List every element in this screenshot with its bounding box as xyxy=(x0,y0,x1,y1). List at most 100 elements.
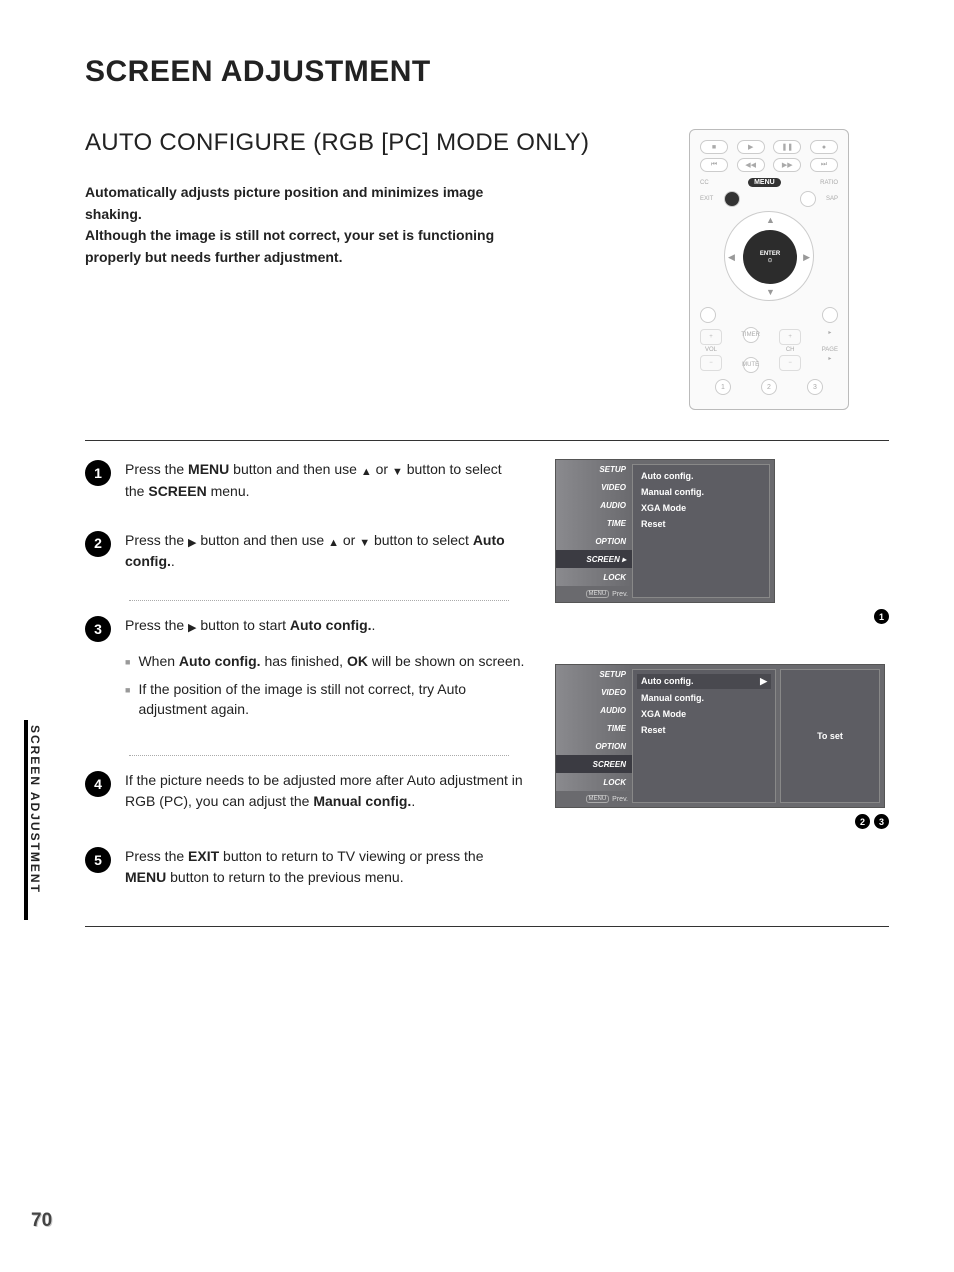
auto-config-bold: Auto config. xyxy=(290,617,372,633)
divider-bottom xyxy=(85,926,889,927)
t: has finished, xyxy=(261,653,347,669)
intro-text: Automatically adjusts picture position a… xyxy=(85,182,515,269)
osd-menu-video: VIDEO xyxy=(556,683,632,701)
step-1: 1 Press the MENU button and then use ▲ o… xyxy=(85,459,525,502)
step-number-4: 4 xyxy=(85,771,111,797)
remote-label-menu: MENU xyxy=(748,178,781,187)
auto-config-bold: Auto config. xyxy=(179,653,261,669)
t: Press the xyxy=(125,617,188,633)
down-triangle-icon: ▼ xyxy=(359,535,370,552)
dpad-right-icon: ▶ xyxy=(803,252,810,263)
up-triangle-icon: ▲ xyxy=(328,535,339,552)
ch-up-icon: + xyxy=(779,329,801,345)
osd-menu-screen: SCREEN ▸ xyxy=(556,550,632,568)
t: . xyxy=(411,793,415,809)
osd-item-reset: Reset xyxy=(641,725,767,735)
section-title: AUTO CONFIGURE (RGB [PC] MODE ONLY) xyxy=(85,129,654,157)
manual-config-bold: Manual config. xyxy=(313,793,411,809)
exit-bold: EXIT xyxy=(188,848,219,864)
ok-bold: OK xyxy=(347,653,368,669)
bullet-2: If the position of the image is still no… xyxy=(125,679,525,720)
dpad-left-icon: ◀ xyxy=(728,252,735,263)
right-triangle-icon: ▶ xyxy=(188,620,196,637)
steps-column: 1 Press the MENU button and then use ▲ o… xyxy=(85,459,525,916)
step-number-1: 1 xyxy=(85,460,111,486)
osd-menu-audio: AUDIO xyxy=(556,496,632,514)
down-triangle-icon: ▼ xyxy=(392,464,403,481)
t: button and then use xyxy=(197,532,329,548)
divider xyxy=(85,440,889,441)
osd-item-reset: Reset xyxy=(641,519,761,529)
t: Auto config. xyxy=(641,676,694,687)
t: button to return to TV viewing or press … xyxy=(219,848,483,864)
osd-prev-label: MENUPrev. xyxy=(582,586,633,602)
osd-item-xga: XGA Mode xyxy=(641,709,767,719)
t: Press the xyxy=(125,848,188,864)
shot-mark-2: 2 xyxy=(855,814,870,829)
remote-btn-1: 1 xyxy=(715,379,731,395)
remote-btn-stop-icon: ■ xyxy=(700,140,728,154)
osd-item-xga: XGA Mode xyxy=(641,503,761,513)
remote-btn-rew-icon: ◀◀ xyxy=(737,158,765,172)
step-3: 3 Press the ▶ button to start Auto confi… xyxy=(85,615,525,727)
remote-label-cc: CC xyxy=(700,180,709,186)
vol-down-icon: − xyxy=(700,355,722,371)
t: will be shown on screen. xyxy=(368,653,524,669)
t: button and then use xyxy=(229,461,361,477)
osd-item-manual: Manual config. xyxy=(641,693,767,703)
t: When xyxy=(138,653,178,669)
remote-btn-pause-icon: ❚❚ xyxy=(773,140,801,154)
t: button to select xyxy=(370,532,473,548)
t: button to start xyxy=(197,617,290,633)
osd-prev-label: MENUPrev. xyxy=(582,791,633,807)
osd-item-manual: Manual config. xyxy=(641,487,761,497)
remote-btn-prev-icon: ⏮ xyxy=(700,158,728,172)
remote-btn-next-icon: ⏭ xyxy=(810,158,838,172)
osd-item-auto-selected: Auto config. ▶ xyxy=(637,674,771,689)
remote-btn-blank-left xyxy=(700,307,716,323)
remote-btn-sap-icon xyxy=(800,191,816,207)
ch-down-icon: − xyxy=(779,355,801,371)
osd-menu-lock: LOCK xyxy=(556,568,632,586)
side-tab-bar xyxy=(8,720,28,920)
shot-mark-1: 1 xyxy=(874,609,889,624)
remote-btn-timer: TIMER xyxy=(743,327,759,343)
step-4: 4 If the picture needs to be adjusted mo… xyxy=(85,770,525,812)
remote-btn-3: 3 xyxy=(807,379,823,395)
t: Prev. xyxy=(612,591,628,598)
side-tab-label: SCREEN ADJUSTMENT xyxy=(28,725,42,894)
remote-enter-dot-icon: ⊙ xyxy=(767,257,772,264)
step-2: 2 Press the ▶ button and then use ▲ or ▼… xyxy=(85,530,525,573)
shot-mark-3: 3 xyxy=(874,814,889,829)
t: SCREEN xyxy=(586,555,619,564)
t: Press the xyxy=(125,532,188,548)
step-number-2: 2 xyxy=(85,531,111,557)
osd-menu-option: OPTION xyxy=(556,532,632,550)
osd-item-auto: Auto config. xyxy=(641,471,761,481)
remote-label-vol: VOL xyxy=(705,347,717,353)
t: button to return to the previous menu. xyxy=(166,869,403,885)
screen-bold: SCREEN xyxy=(148,483,206,499)
remote-label-ch: CH xyxy=(786,347,795,353)
remote-label-sap: SAP xyxy=(826,196,838,202)
t: menu. xyxy=(207,483,250,499)
remote-label-exit: EXIT xyxy=(700,196,713,202)
up-triangle-icon: ▲ xyxy=(361,464,372,481)
right-triangle-icon: ▶ xyxy=(760,676,767,687)
remote-label-ratio: RATIO xyxy=(820,180,838,186)
remote-illustration: ■ ▶ ❚❚ ● ⏮ ◀◀ ▶▶ ⏭ CC MENU RATIO EXIT xyxy=(689,129,849,410)
osd-menu-lock: LOCK xyxy=(556,773,632,791)
step-number-5: 5 xyxy=(85,847,111,873)
osd-menu-option: OPTION xyxy=(556,737,632,755)
menu-bold: MENU xyxy=(125,869,166,885)
t: . xyxy=(372,617,376,633)
dpad-down-icon: ▼ xyxy=(766,287,775,297)
t: Prev. xyxy=(612,796,628,803)
remote-btn-play-icon: ▶ xyxy=(737,140,765,154)
dotted-divider xyxy=(129,755,509,756)
remote-btn-mute: MUTE xyxy=(743,357,759,373)
remote-btn-exit-icon xyxy=(724,191,740,207)
step-number-3: 3 xyxy=(85,616,111,642)
osd-menu-audio: AUDIO xyxy=(556,701,632,719)
vol-up-icon: + xyxy=(700,329,722,345)
